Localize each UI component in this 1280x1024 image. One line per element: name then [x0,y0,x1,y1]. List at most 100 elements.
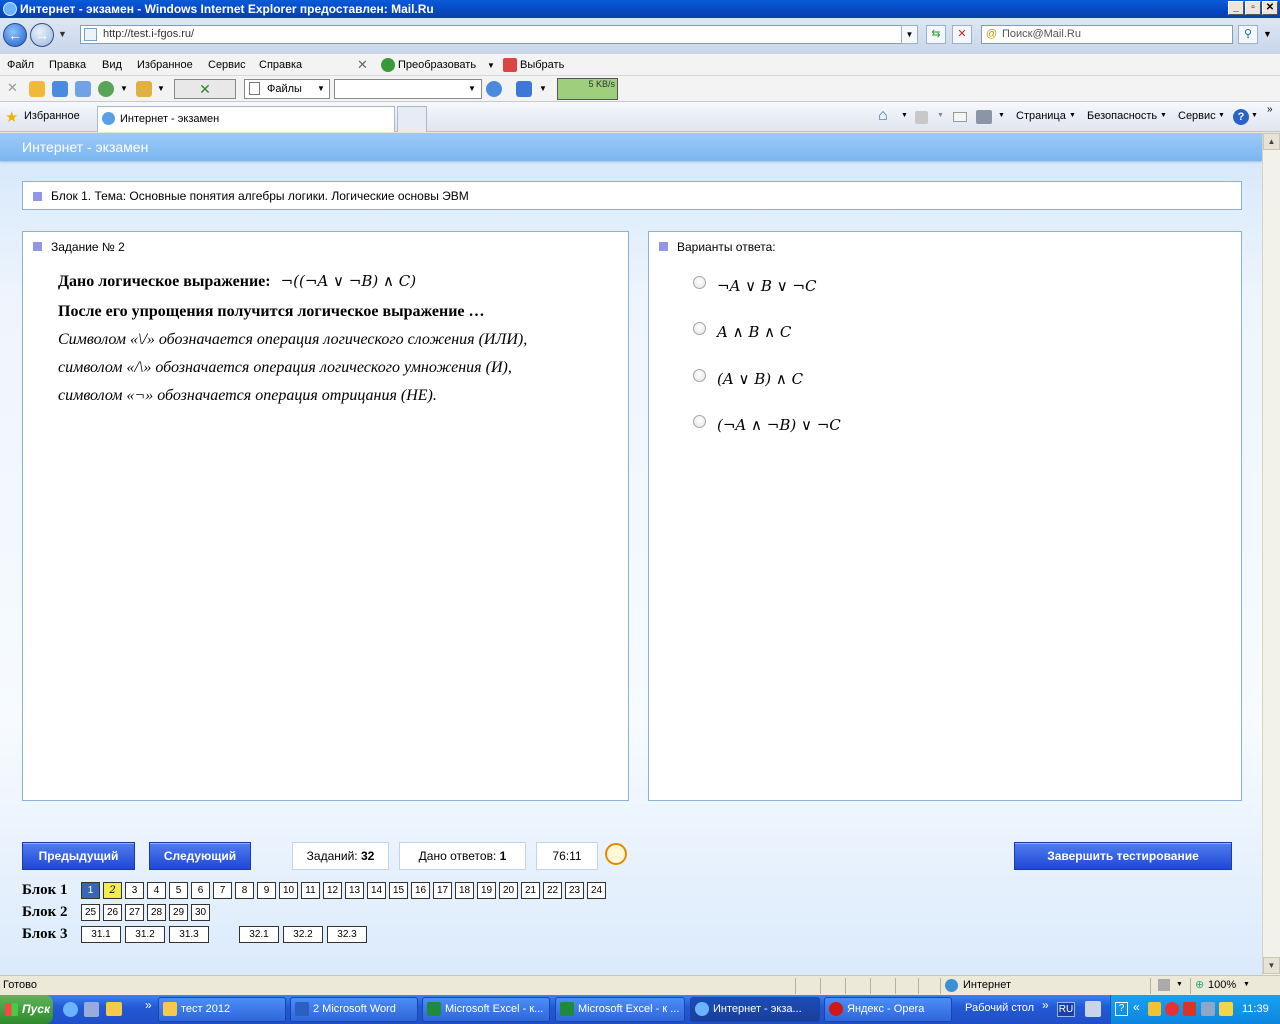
help-icon[interactable]: ? [1233,109,1249,125]
toolbar-overflow-icon[interactable]: » [1267,104,1273,115]
desktop-overflow-icon[interactable]: » [1042,998,1049,1012]
service-menu[interactable]: Сервис [1178,110,1216,122]
shield-icon[interactable] [1148,1002,1161,1016]
clock[interactable]: 11:39 [1242,1003,1269,1015]
menu-view[interactable]: Вид [102,59,122,71]
files-dropdown[interactable]: Файлы ▼ [244,79,330,99]
address-dropdown-button[interactable]: ▼ [901,25,918,44]
chevron-down-icon[interactable]: ▼ [1176,976,1183,994]
block-task-button[interactable]: 3 [125,882,144,899]
desktop-toolbar-label[interactable]: Рабочий стол [965,1002,1034,1014]
block-task-button[interactable]: 28 [147,904,166,921]
answer-radio-3[interactable] [693,369,706,382]
new-tab-button[interactable] [397,106,427,132]
quicklaunch-ie-icon[interactable] [63,1002,78,1017]
block-task-button[interactable]: 7 [213,882,232,899]
block-task-button[interactable]: 23 [565,882,584,899]
block-task-button[interactable]: 19 [477,882,496,899]
block-task-button[interactable]: 8 [235,882,254,899]
block-task-button[interactable]: 26 [103,904,122,921]
block-task-button[interactable]: 18 [455,882,474,899]
finish-test-button[interactable]: Завершить тестирование [1014,842,1232,870]
block-task-button[interactable]: 17 [433,882,452,899]
block-task-button[interactable]: 31.1 [81,926,121,943]
language-indicator[interactable]: RU [1057,1002,1075,1017]
menu-edit[interactable]: Правка [49,59,86,71]
maximize-button[interactable]: ▫ [1245,1,1261,15]
block-task-button[interactable]: 21 [521,882,540,899]
block-task-button[interactable]: 32.3 [327,926,367,943]
quicklaunch-desktop-icon[interactable] [84,1002,99,1017]
block-task-button[interactable]: 15 [389,882,408,899]
toolbar-dropdown-icon[interactable]: ▼ [539,84,547,93]
task-excel-2[interactable]: Microsoft Excel - к ... [555,997,685,1022]
back-button[interactable]: ← [3,23,27,47]
block-task-button[interactable]: 30 [191,904,210,921]
select-button[interactable]: Выбрать [520,59,564,71]
convert-dropdown-icon[interactable]: ▼ [487,61,495,70]
toolbar-toggle-icon[interactable]: ✕ [174,79,236,99]
chevron-down-icon[interactable]: ▼ [937,112,944,119]
zoom-level[interactable]: 100% [1208,976,1236,994]
toolbar-download-icon[interactable] [516,81,532,97]
block-task-button[interactable]: 11 [301,882,320,899]
answer-option-1[interactable]: ¬A ∨ B ∨ ¬C [717,277,817,295]
scroll-up-icon[interactable]: ▲ [1263,133,1280,150]
quicklaunch-folder-icon[interactable] [106,1002,122,1016]
security-menu[interactable]: Безопасность [1087,110,1157,122]
print-icon[interactable] [976,110,992,124]
block-task-button[interactable]: 25 [81,904,100,921]
answer-option-3[interactable]: (A ∨ B) ∧ C [717,370,803,388]
block-task-button[interactable]: 5 [169,882,188,899]
block-task-button[interactable]: 13 [345,882,364,899]
block-task-button[interactable]: 2 [103,882,122,899]
tray-expand-icon[interactable]: « [1133,1000,1140,1014]
mailru-agent-icon[interactable] [1165,1002,1179,1016]
block-task-button[interactable]: 14 [367,882,386,899]
close-toolbar-icon[interactable]: ✕ [7,80,18,96]
menu-file[interactable]: Файл [7,59,34,71]
network-icon[interactable] [1201,1002,1215,1016]
toolbar-lock-icon[interactable] [136,81,152,97]
refresh-icon[interactable]: ⇆ [926,25,946,44]
menu-tools[interactable]: Сервис [208,59,246,71]
block-task-button[interactable]: 31.3 [169,926,209,943]
chevron-down-icon[interactable]: ▼ [1243,976,1250,994]
toolbar-dropdown-icon[interactable]: ▼ [120,84,128,93]
block-task-button[interactable]: 1 [81,882,100,899]
toolbar-globe-icon[interactable] [98,81,114,97]
task-excel-1[interactable]: Microsoft Excel - к... [422,997,550,1022]
page-menu[interactable]: Страница [1016,110,1066,122]
history-dropdown-icon[interactable]: ▼ [58,29,67,39]
answer-radio-1[interactable] [693,276,706,289]
home-icon[interactable]: ⌂ [878,107,888,125]
help-tray-icon[interactable]: ? [1115,1002,1128,1016]
toolbar-find-icon[interactable] [486,81,502,97]
convert-button[interactable]: Преобразовать [398,59,476,71]
block-task-button[interactable]: 12 [323,882,342,899]
block-task-button[interactable]: 32.2 [283,926,323,943]
block-task-button[interactable]: 10 [279,882,298,899]
block-task-button[interactable]: 16 [411,882,430,899]
chevron-down-icon[interactable]: ▼ [998,112,1005,119]
chevron-down-icon[interactable]: ▼ [901,112,908,119]
block-task-button[interactable]: 24 [587,882,606,899]
toolbar-folder-icon[interactable] [29,81,45,97]
block-task-button[interactable]: 20 [499,882,518,899]
antivirus-icon[interactable] [1183,1002,1196,1016]
stop-icon[interactable]: ✕ [952,25,972,44]
block-task-button[interactable]: 6 [191,882,210,899]
address-field[interactable]: http://test.i-fgos.ru/ [80,25,918,44]
rss-icon[interactable] [915,111,928,124]
close-toolbar-icon[interactable]: ✕ [357,57,368,73]
start-button[interactable]: Пуск [0,995,53,1024]
search-options-icon[interactable]: ▼ [1263,29,1272,39]
close-window-button[interactable]: ✕ [1262,1,1278,15]
scroll-down-icon[interactable]: ▼ [1263,957,1280,974]
tray-pencil-icon[interactable] [1219,1002,1233,1016]
previous-button[interactable]: Предыдущий [22,842,135,870]
search-field[interactable]: @ Поиск@Mail.Ru [981,25,1233,44]
vertical-scrollbar[interactable]: ▲ ▼ [1262,133,1280,975]
forward-button[interactable]: → [30,23,54,47]
task-ie-exam[interactable]: Интернет - экза... [690,997,820,1022]
